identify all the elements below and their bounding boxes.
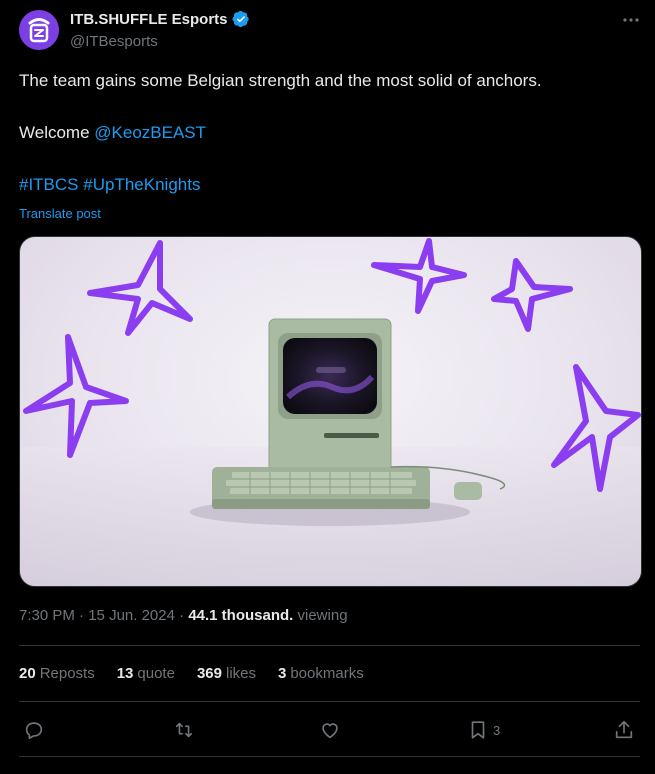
repost-button[interactable] bbox=[173, 718, 195, 742]
reply-button[interactable] bbox=[23, 718, 45, 742]
like-button[interactable] bbox=[319, 718, 341, 742]
tweet-detail: ITB.SHUFFLE Esports @ITBesports The team… bbox=[0, 0, 655, 774]
reposts-stat[interactable]: 20 Reposts bbox=[19, 665, 95, 682]
retro-computer-sparkles-image bbox=[20, 238, 641, 586]
tweet-line-1: The team gains some Belgian strength and… bbox=[19, 71, 542, 90]
bookmark-count: 3 bbox=[493, 722, 501, 738]
quotes-stat[interactable]: 13 quote bbox=[117, 665, 175, 682]
bookmark-icon bbox=[471, 721, 485, 739]
translate-post-link[interactable]: Translate post bbox=[19, 206, 101, 221]
repost-icon bbox=[175, 722, 193, 738]
likes-count: 369 bbox=[196, 665, 222, 682]
tweet-date[interactable]: 15 Jun. 2024 bbox=[88, 607, 175, 624]
tweet-text: The team gains some Belgian strength and… bbox=[19, 68, 639, 198]
welcome-prefix: Welcome bbox=[19, 123, 95, 142]
more-options-button[interactable] bbox=[620, 10, 642, 30]
avatar[interactable] bbox=[19, 10, 59, 50]
quotes-label: quote bbox=[137, 665, 175, 682]
tweet-stats: 20 Reposts 13 quote 369 likes 3 bookmarks bbox=[19, 665, 364, 682]
share-button[interactable] bbox=[613, 718, 635, 742]
views-label: viewing bbox=[293, 607, 348, 624]
bookmark-button[interactable]: 3 bbox=[467, 718, 500, 742]
tweet-hashtags: #ITBCS #UpTheKnights bbox=[19, 172, 639, 198]
hashtag-itbcs-link[interactable]: #ITBCS bbox=[19, 175, 79, 194]
share-icon bbox=[615, 720, 633, 739]
divider-middle bbox=[19, 701, 640, 702]
divider-bottom bbox=[19, 756, 640, 757]
author-name-row[interactable]: ITB.SHUFFLE Esports bbox=[70, 10, 250, 28]
author-display-name[interactable]: ITB.SHUFFLE Esports bbox=[70, 11, 228, 28]
meta-separator-2: · bbox=[174, 607, 189, 624]
tweet-time[interactable]: 7:30 PM bbox=[19, 607, 75, 624]
meta-separator: · bbox=[74, 607, 89, 624]
reposts-label: Reposts bbox=[39, 665, 95, 682]
itb-shuffle-logo-icon bbox=[19, 10, 59, 50]
verified-badge-icon bbox=[232, 10, 249, 28]
bookmarks-count: 3 bbox=[278, 665, 287, 682]
action-bar: 3 bbox=[19, 716, 640, 744]
reposts-count: 20 bbox=[19, 665, 36, 682]
likes-label: likes bbox=[225, 665, 256, 682]
likes-stat[interactable]: 369 likes bbox=[197, 665, 256, 682]
hashtag-uptheknights-link[interactable]: #UpTheKnights bbox=[83, 175, 200, 194]
bookmarks-label: bookmarks bbox=[290, 665, 364, 682]
author-handle[interactable]: @ITBesports bbox=[70, 33, 158, 50]
quotes-count: 13 bbox=[116, 665, 134, 682]
more-dots-icon bbox=[623, 18, 639, 22]
divider-top bbox=[19, 645, 640, 646]
reply-icon bbox=[25, 722, 43, 740]
mention-link[interactable]: @KeozBEAST bbox=[94, 123, 206, 142]
views-count: 44.1 thousand. bbox=[188, 607, 294, 624]
bookmarks-stat[interactable]: 3 bookmarks bbox=[278, 665, 364, 682]
media-video[interactable] bbox=[19, 236, 642, 587]
tweet-line-welcome: Welcome @KeozBEAST bbox=[19, 120, 639, 146]
tweet-meta: 7:30 PM · 15 Jun. 2024 · 44.1 thousand. … bbox=[19, 607, 348, 624]
heart-icon bbox=[322, 723, 338, 739]
